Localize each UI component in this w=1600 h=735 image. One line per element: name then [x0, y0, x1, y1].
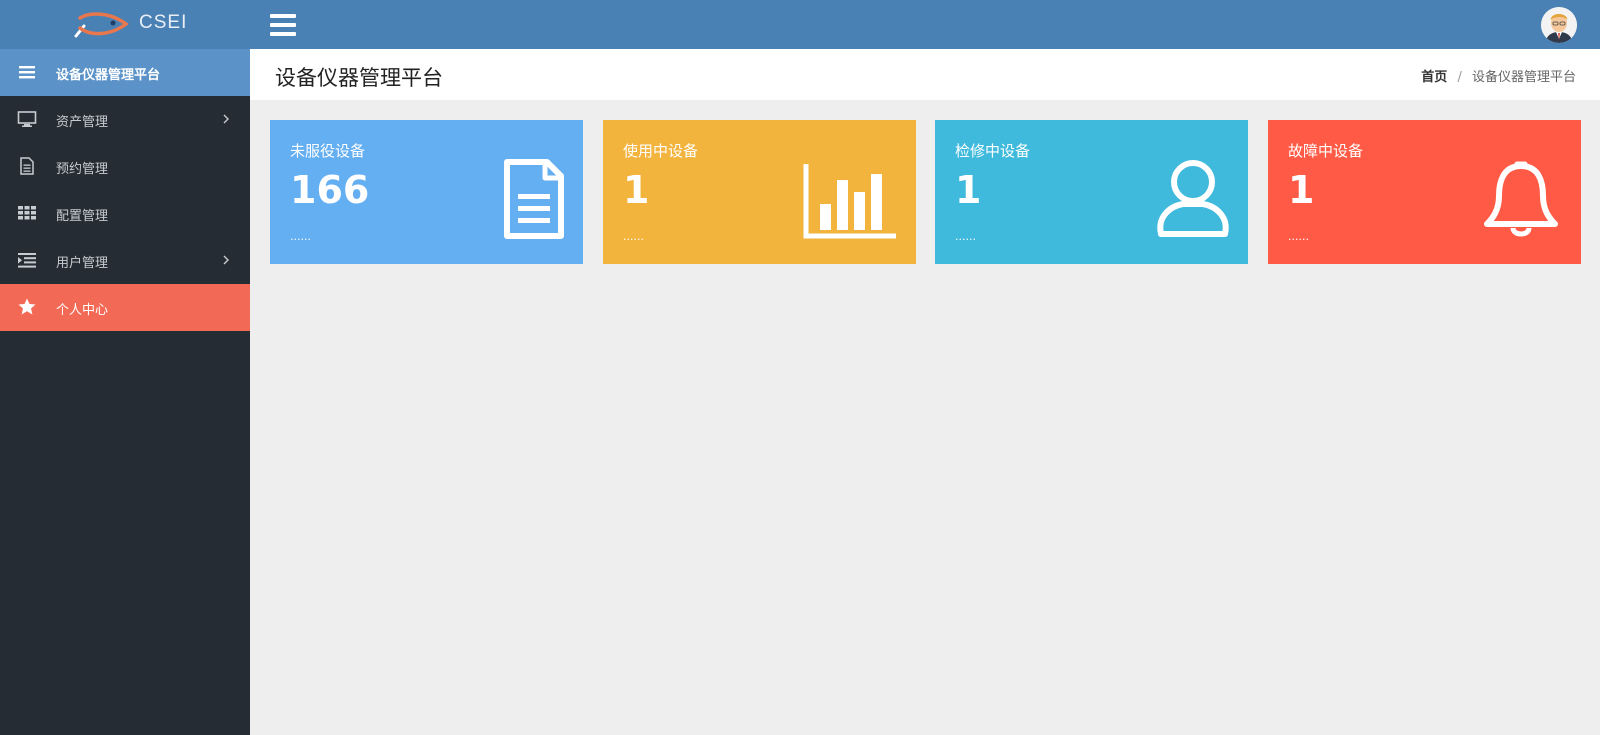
top-bar: CSEI: [0, 0, 1600, 49]
breadcrumb: 首页 / 设备仪器管理平台: [1421, 66, 1576, 85]
sidebar-item-label: 配置管理: [56, 209, 109, 224]
sidebar-item-platform[interactable]: 设备仪器管理平台: [0, 49, 250, 96]
sidebar-item-assets[interactable]: 资产管理: [0, 96, 250, 143]
card-more-link[interactable]: ......: [290, 230, 311, 243]
content-header: 设备仪器管理平台 首页 / 设备仪器管理平台: [250, 49, 1600, 100]
bell-icon: [1484, 161, 1558, 237]
sidebar-item-booking[interactable]: 预约管理: [0, 143, 250, 190]
chevron-right-icon: [223, 114, 229, 124]
page-title: 设备仪器管理平台: [275, 66, 443, 90]
list-icon: [19, 66, 35, 79]
breadcrumb-current: 设备仪器管理平台: [1471, 70, 1576, 85]
card-title: 故障中设备: [1288, 142, 1364, 160]
card-title: 检修中设备: [955, 142, 1031, 160]
sidebar-item-users[interactable]: 用户管理: [0, 237, 250, 284]
card-repair-devices[interactable]: 检修中设备 1 ......: [935, 120, 1248, 264]
card-value: 1: [955, 168, 982, 212]
chevron-right-icon: [223, 255, 229, 265]
sidebar-item-label: 设备仪器管理平台: [56, 68, 161, 83]
indent-list-icon: [18, 253, 36, 268]
sidebar: 设备仪器管理平台 资产管理 预约管理 配置管理 用户管理 个人中心: [0, 49, 250, 735]
brand[interactable]: CSEI: [0, 0, 250, 49]
document-icon: [20, 157, 34, 175]
card-title: 使用中设备: [623, 142, 699, 160]
sidebar-item-config[interactable]: 配置管理: [0, 190, 250, 237]
card-more-link[interactable]: ......: [1288, 230, 1309, 243]
card-more-link[interactable]: ......: [623, 230, 644, 243]
sidebar-item-label: 用户管理: [56, 256, 109, 271]
breadcrumb-home-link[interactable]: 首页: [1421, 70, 1447, 85]
fish-logo-icon: [74, 12, 129, 38]
user-avatar[interactable]: [1541, 7, 1577, 43]
card-unused-devices[interactable]: 未服役设备 166 ......: [270, 120, 583, 264]
card-value: 1: [1288, 168, 1315, 212]
sidebar-item-profile[interactable]: 个人中心: [0, 284, 250, 331]
bar-chart-icon: [803, 164, 896, 239]
star-icon: [18, 298, 36, 315]
card-fault-devices[interactable]: 故障中设备 1 ......: [1268, 120, 1581, 264]
breadcrumb-separator: /: [1457, 70, 1462, 85]
card-more-link[interactable]: ......: [955, 230, 976, 243]
brand-name: CSEI: [139, 12, 188, 33]
card-title: 未服役设备: [290, 142, 366, 160]
document-icon: [504, 159, 564, 239]
menu-icon[interactable]: [270, 14, 296, 36]
card-value: 166: [290, 168, 370, 212]
sidebar-item-label: 预约管理: [56, 162, 109, 177]
monitor-icon: [17, 111, 37, 127]
card-in-use-devices[interactable]: 使用中设备 1 ......: [603, 120, 916, 264]
card-value: 1: [623, 168, 650, 212]
sidebar-item-label: 个人中心: [56, 303, 109, 318]
grid-icon: [18, 206, 36, 220]
user-icon: [1157, 160, 1229, 237]
sidebar-item-label: 资产管理: [56, 115, 109, 130]
